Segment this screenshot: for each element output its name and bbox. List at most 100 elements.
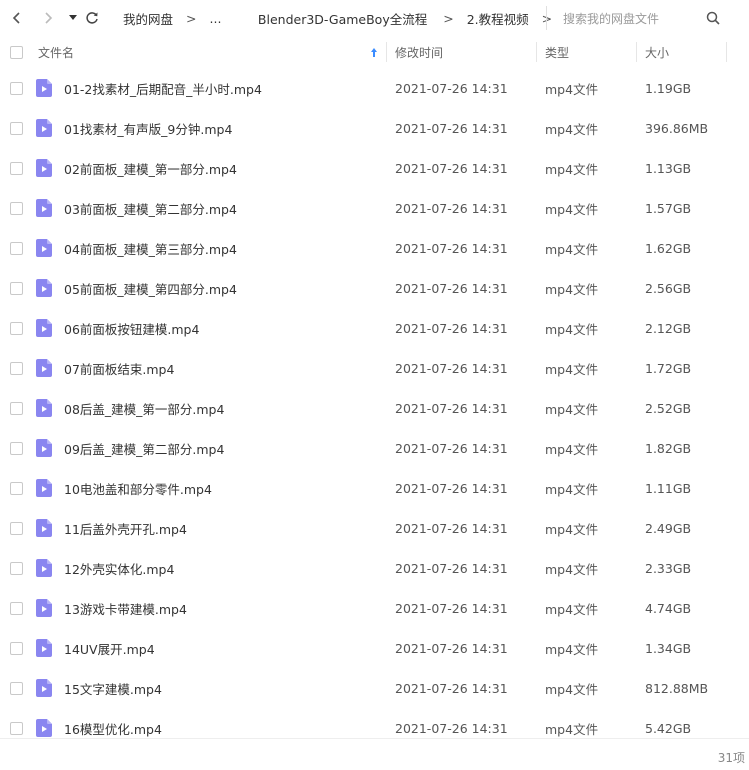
- row-checkbox[interactable]: [10, 722, 23, 735]
- column-divider[interactable]: [386, 42, 387, 62]
- file-size: 4.74GB: [645, 600, 692, 616]
- column-header-size[interactable]: 大小: [645, 36, 669, 68]
- breadcrumb-item-project[interactable]: Blender3D-GameBoy全流程: [258, 9, 427, 28]
- video-file-icon: [36, 239, 52, 257]
- file-modified-time: 2021-07-26 14:31: [395, 440, 508, 456]
- file-modified-time: 2021-07-26 14:31: [395, 200, 508, 216]
- file-modified-time: 2021-07-26 14:31: [395, 360, 508, 376]
- column-header-name[interactable]: 文件名: [38, 36, 74, 68]
- file-type: mp4文件: [545, 641, 599, 657]
- file-name[interactable]: 10电池盖和部分零件.mp4: [64, 468, 212, 508]
- column-header-modified[interactable]: 修改时间: [395, 36, 443, 68]
- table-row[interactable]: 12外壳实体化.mp4 2021-07-26 14:31 mp4文件 2.33GB: [0, 548, 749, 588]
- row-checkbox[interactable]: [10, 642, 23, 655]
- search-box[interactable]: 搜索我的网盘文件: [546, 6, 726, 30]
- video-file-icon: [36, 399, 52, 417]
- table-row[interactable]: 01-2找素材_后期配音_半小时.mp4 2021-07-26 14:31 mp4文…: [0, 68, 749, 108]
- table-row[interactable]: 13游戏卡带建模.mp4 2021-07-26 14:31 mp4文件 4.74GB: [0, 588, 749, 628]
- file-modified-time: 2021-07-26 14:31: [395, 720, 508, 736]
- video-file-icon: [36, 519, 52, 537]
- search-icon[interactable]: [706, 11, 720, 25]
- column-divider[interactable]: [536, 42, 537, 62]
- file-name[interactable]: 03前面板_建模_第二部分.mp4: [64, 188, 237, 228]
- column-divider[interactable]: [636, 42, 637, 62]
- table-row[interactable]: 11后盖外壳开孔.mp4 2021-07-26 14:31 mp4文件 2.49GB: [0, 508, 749, 548]
- row-checkbox[interactable]: [10, 162, 23, 175]
- table-row[interactable]: 08后盖_建模_第一部分.mp4 2021-07-26 14:31 mp4文件 2.5…: [0, 388, 749, 428]
- breadcrumb-item-current[interactable]: 2.教程视频: [467, 9, 529, 28]
- video-file-icon: [36, 439, 52, 457]
- back-button[interactable]: [6, 7, 28, 29]
- select-all-checkbox[interactable]: [10, 46, 23, 59]
- breadcrumb-separator: >: [443, 10, 454, 26]
- file-name[interactable]: 01-2找素材_后期配音_半小时.mp4: [64, 68, 262, 108]
- search-input[interactable]: 搜索我的网盘文件: [563, 10, 706, 27]
- file-size: 2.49GB: [645, 520, 692, 536]
- file-name[interactable]: 12外壳实体化.mp4: [64, 548, 174, 588]
- row-checkbox[interactable]: [10, 202, 23, 215]
- row-checkbox[interactable]: [10, 362, 23, 375]
- video-file-icon: [36, 559, 52, 577]
- sort-button[interactable]: [370, 36, 378, 68]
- table-row[interactable]: 04前面板_建模_第三部分.mp4 2021-07-26 14:31 mp4文件 1.…: [0, 228, 749, 268]
- file-size: 1.62GB: [645, 240, 692, 256]
- file-name[interactable]: 06前面板按钮建模.mp4: [64, 308, 199, 348]
- file-type: mp4文件: [545, 401, 599, 417]
- file-modified-time: 2021-07-26 14:31: [395, 320, 508, 336]
- table-row[interactable]: 06前面板按钮建模.mp4 2021-07-26 14:31 mp4文件 2.12GB: [0, 308, 749, 348]
- column-header-name-label: 文件名: [38, 45, 75, 60]
- table-row[interactable]: 10电池盖和部分零件.mp4 2021-07-26 14:31 mp4文件 1.11G…: [0, 468, 749, 508]
- file-name[interactable]: 08后盖_建模_第一部分.mp4: [64, 388, 224, 428]
- table-row[interactable]: 14UV展开.mp4 2021-07-26 14:31 mp4文件 1.34GB: [0, 628, 749, 668]
- breadcrumb-item-ellipsis[interactable]: ...: [210, 11, 222, 26]
- row-checkbox[interactable]: [10, 562, 23, 575]
- table-row[interactable]: 09后盖_建模_第二部分.mp4 2021-07-26 14:31 mp4文件 1.8…: [0, 428, 749, 468]
- breadcrumb-item-root[interactable]: 我的网盘: [123, 9, 173, 28]
- row-checkbox[interactable]: [10, 82, 23, 95]
- file-name[interactable]: 16模型优化.mp4: [64, 708, 162, 748]
- file-name[interactable]: 13游戏卡带建模.mp4: [64, 588, 187, 628]
- file-name[interactable]: 01找素材_有声版_9分钟.mp4: [64, 108, 232, 148]
- file-name[interactable]: 02前面板_建模_第一部分.mp4: [64, 148, 237, 188]
- file-modified-time: 2021-07-26 14:31: [395, 240, 508, 256]
- video-file-icon: [36, 359, 52, 377]
- chevron-left-icon: [12, 12, 20, 24]
- file-name[interactable]: 05前面板_建模_第四部分.mp4: [64, 268, 237, 308]
- file-name[interactable]: 07前面板结束.mp4: [64, 348, 174, 388]
- row-checkbox[interactable]: [10, 322, 23, 335]
- file-name[interactable]: 11后盖外壳开孔.mp4: [64, 508, 187, 548]
- column-header-type[interactable]: 类型: [545, 36, 569, 68]
- row-checkbox[interactable]: [10, 602, 23, 615]
- row-checkbox[interactable]: [10, 282, 23, 295]
- file-size: 2.52GB: [645, 400, 692, 416]
- table-row[interactable]: 16模型优化.mp4 2021-07-26 14:31 mp4文件 5.42GB: [0, 708, 749, 748]
- row-checkbox[interactable]: [10, 682, 23, 695]
- file-size: 2.56GB: [645, 280, 692, 296]
- row-checkbox[interactable]: [10, 122, 23, 135]
- file-name[interactable]: 15文字建模.mp4: [64, 668, 162, 708]
- file-type: mp4文件: [545, 561, 599, 577]
- forward-button[interactable]: [37, 7, 59, 29]
- table-row[interactable]: 02前面板_建模_第一部分.mp4 2021-07-26 14:31 mp4文件 1.…: [0, 148, 749, 188]
- row-checkbox[interactable]: [10, 242, 23, 255]
- divider: [0, 738, 749, 739]
- row-checkbox[interactable]: [10, 522, 23, 535]
- table-row[interactable]: 03前面板_建模_第二部分.mp4 2021-07-26 14:31 mp4文件 1.…: [0, 188, 749, 228]
- table-row[interactable]: 07前面板结束.mp4 2021-07-26 14:31 mp4文件 1.72GB: [0, 348, 749, 388]
- file-type: mp4文件: [545, 361, 599, 377]
- row-checkbox[interactable]: [10, 482, 23, 495]
- file-modified-time: 2021-07-26 14:31: [395, 560, 508, 576]
- table-row[interactable]: 01找素材_有声版_9分钟.mp4 2021-07-26 14:31 mp4文件 39…: [0, 108, 749, 148]
- column-divider[interactable]: [726, 42, 727, 62]
- video-file-icon: [36, 719, 52, 737]
- file-size: 1.34GB: [645, 640, 692, 656]
- row-checkbox[interactable]: [10, 402, 23, 415]
- refresh-button[interactable]: [81, 7, 103, 29]
- table-row[interactable]: 05前面板_建模_第四部分.mp4 2021-07-26 14:31 mp4文件 2.…: [0, 268, 749, 308]
- file-name[interactable]: 09后盖_建模_第二部分.mp4: [64, 428, 224, 468]
- file-name[interactable]: 04前面板_建模_第三部分.mp4: [64, 228, 237, 268]
- column-header-type-label: 类型: [545, 45, 570, 60]
- row-checkbox[interactable]: [10, 442, 23, 455]
- table-row[interactable]: 15文字建模.mp4 2021-07-26 14:31 mp4文件 812.88MB: [0, 668, 749, 708]
- file-name[interactable]: 14UV展开.mp4: [64, 628, 155, 668]
